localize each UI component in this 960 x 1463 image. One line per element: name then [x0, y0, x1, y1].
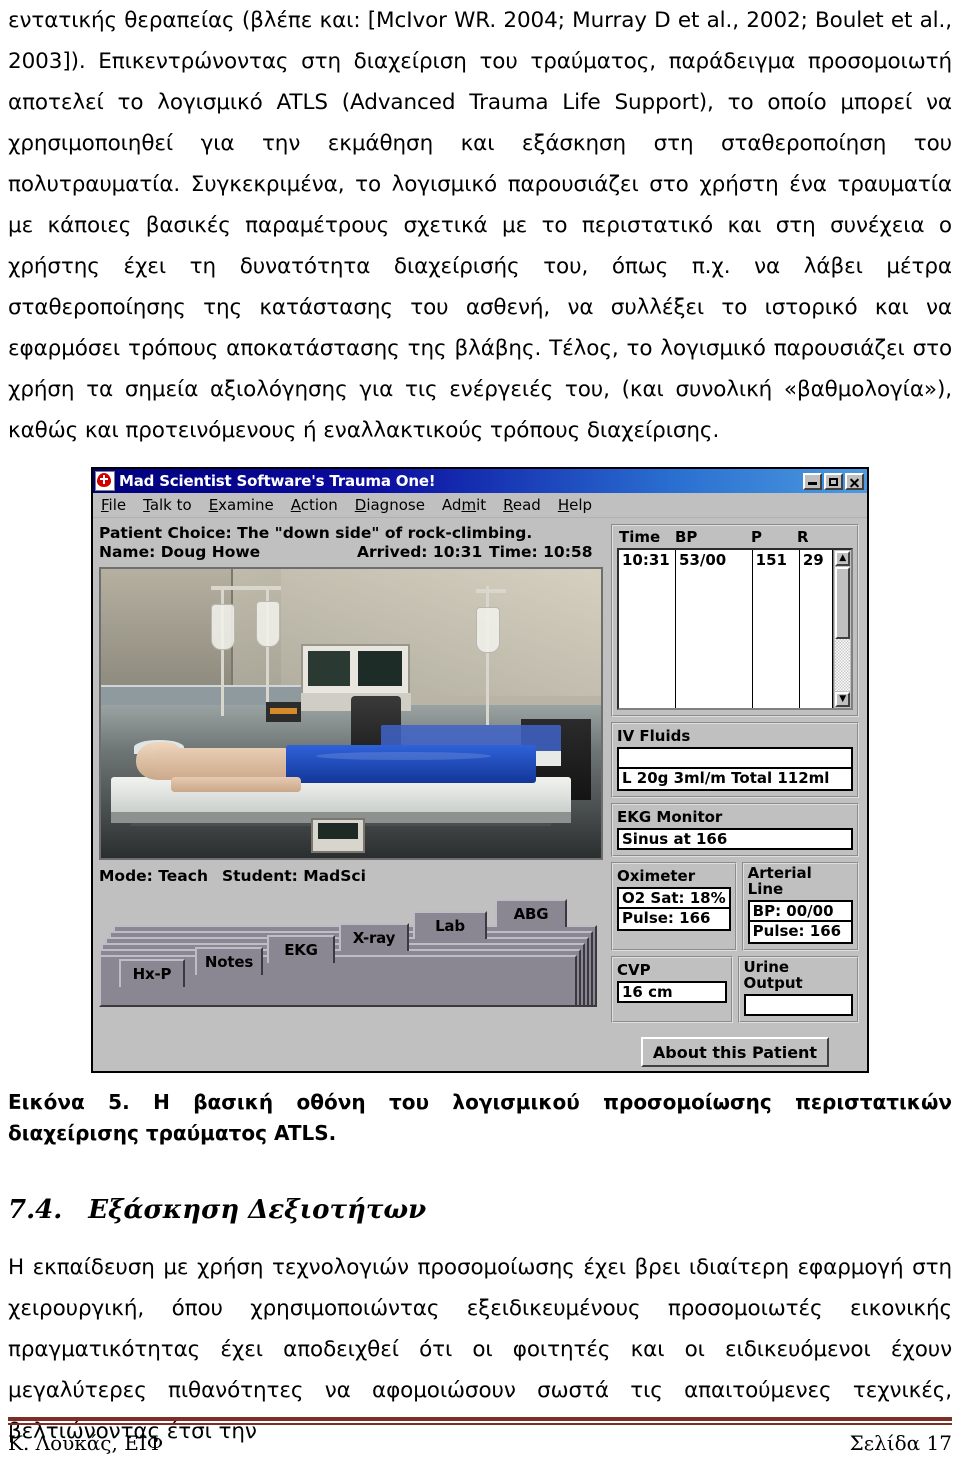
- vitals-table[interactable]: 10:31 53/00 151 29 ▲ ▼: [617, 548, 853, 710]
- menu-item-admit[interactable]: Admit: [442, 496, 486, 514]
- current-time-label: Time: 10:58: [489, 543, 593, 561]
- footer-author: Κ. Λουκάς, ΕΙΦ: [8, 1431, 164, 1455]
- tab-lab[interactable]: Lab: [413, 911, 487, 939]
- oximeter-group: Oximeter O2 Sat: 18% Pulse: 166: [611, 862, 737, 951]
- iv-fluids-group: IV Fluids L 20g 3ml/m Total 112ml: [611, 722, 859, 798]
- section-number: 7.4.: [8, 1195, 63, 1225]
- window-body: Patient Choice: The "down side" of rock-…: [93, 518, 867, 1071]
- document-page: εντατικής θεραπείας (βλέπε και: [McIvor …: [0, 0, 960, 1463]
- right-column: Time BP P R 10:31 53/00 151 29 ▲ ▼ IV Fl…: [611, 524, 859, 1067]
- menu-item-talk-to[interactable]: Talk to: [143, 496, 192, 514]
- vitals-header-bp: BP: [675, 528, 698, 546]
- cvp-value: 16 cm: [617, 981, 727, 1003]
- vitals-cell-r: 29: [800, 550, 834, 708]
- oximeter-arterial-row: Oximeter O2 Sat: 18% Pulse: 166 Arterial…: [611, 862, 859, 956]
- vitals-header-r: R: [797, 528, 809, 546]
- cvp-urine-row: CVP 16 cm Urine Output: [611, 956, 859, 1028]
- oximeter-pulse: Pulse: 166: [617, 909, 731, 931]
- mode-label: Mode: Teach: [99, 867, 208, 885]
- patient-name-label: Name: Doug Howe: [99, 543, 261, 561]
- menu-item-examine[interactable]: Examine: [209, 496, 274, 514]
- urine-output-value: [743, 994, 853, 1016]
- menu-item-action[interactable]: Action: [291, 496, 338, 514]
- ekg-monitor-legend: EKG Monitor: [617, 809, 726, 825]
- iv-fluids-legend: IV Fluids: [617, 728, 694, 744]
- oximeter-legend: Oximeter: [617, 868, 699, 884]
- vitals-header-row: Time BP P R: [617, 528, 853, 546]
- window-title: Mad Scientist Software's Trauma One!: [119, 472, 436, 490]
- tab-xray[interactable]: X-ray: [339, 923, 409, 951]
- trauma-one-application-window: Mad Scientist Software's Trauma One! Fil…: [91, 467, 869, 1073]
- tab-hxp[interactable]: Hx-P: [119, 959, 185, 987]
- urine-output-group: Urine Output: [737, 956, 859, 1023]
- tab-abg[interactable]: ABG: [495, 899, 567, 927]
- oximeter-o2-sat: O2 Sat: 18%: [617, 887, 731, 909]
- iv-fluids-line-1: [617, 747, 853, 769]
- menu-bar: File Talk to Examine Action Diagnose Adm…: [93, 493, 867, 518]
- heart-cross-icon: [95, 471, 115, 491]
- menu-item-diagnose[interactable]: Diagnose: [355, 496, 425, 514]
- chart-tab-group: ABG Lab X-ray EKG Notes Hx-P: [99, 897, 603, 1009]
- scrollbar-thumb[interactable]: [835, 567, 851, 639]
- window-controls: [803, 472, 865, 490]
- body-paragraph-1: εντατικής θεραπείας (βλέπε και: [McIvor …: [8, 8, 952, 443]
- urine-output-legend: Urine Output: [743, 959, 853, 991]
- trauma-bay-patient-photo: [99, 567, 603, 860]
- about-this-patient-button[interactable]: About this Patient: [641, 1037, 829, 1067]
- vitals-header-time: Time: [619, 528, 661, 546]
- patient-choice-label: Patient Choice: The "down side" of rock-…: [99, 524, 533, 542]
- arterial-line-group: Arterial Line BP: 00/00 Pulse: 166: [741, 862, 859, 951]
- left-column: Patient Choice: The "down side" of rock-…: [99, 524, 603, 1067]
- scrollbar-track[interactable]: [835, 567, 851, 691]
- triangle-down-icon[interactable]: ▼: [835, 692, 851, 707]
- vitals-scrollbar[interactable]: ▲ ▼: [833, 550, 851, 708]
- minimize-button[interactable]: [803, 472, 822, 490]
- vitals-header-p: P: [751, 528, 762, 546]
- vitals-group: Time BP P R 10:31 53/00 151 29 ▲ ▼: [611, 524, 859, 717]
- arterial-line-legend: Arterial Line: [747, 865, 853, 897]
- footer-page-number: Σελίδα 17: [849, 1431, 952, 1455]
- arterial-line-bp: BP: 00/00: [747, 900, 853, 922]
- vitals-cell-p: 151: [753, 550, 800, 708]
- menu-item-file[interactable]: File: [101, 496, 126, 514]
- vitals-cell-bp: 53/00: [676, 550, 753, 708]
- close-button[interactable]: [845, 472, 864, 490]
- figure-5: Mad Scientist Software's Trauma One! Fil…: [8, 467, 952, 1073]
- student-label: Student: MadSci: [221, 867, 366, 885]
- iv-fluids-line-2: L 20g 3ml/m Total 112ml: [617, 769, 853, 791]
- triangle-up-icon[interactable]: ▲: [835, 551, 851, 566]
- menu-item-help[interactable]: Help: [558, 496, 592, 514]
- footer-rule: [8, 1417, 952, 1425]
- ekg-monitor-group: EKG Monitor Sinus at 166: [611, 803, 859, 857]
- menu-item-read[interactable]: Read: [503, 496, 541, 514]
- arrived-time-label: Arrived: 10:31: [357, 543, 483, 561]
- mode-student-row: Mode: Teach Student: MadSci: [99, 867, 603, 885]
- section-heading: 7.4. Εξάσκηση Δεξιοτήτων: [8, 1195, 952, 1225]
- patient-info-row: Name: Doug Howe Arrived: 10:31 Time: 10:…: [99, 543, 603, 562]
- ekg-monitor-value: Sinus at 166: [617, 828, 853, 850]
- tab-ekg[interactable]: EKG: [267, 935, 335, 963]
- cvp-group: CVP 16 cm: [611, 956, 733, 1023]
- cvp-legend: CVP: [617, 962, 654, 978]
- section-title: Εξάσκηση Δεξιοτήτων: [88, 1195, 427, 1225]
- maximize-button[interactable]: [824, 472, 843, 490]
- tab-notes[interactable]: Notes: [195, 947, 263, 975]
- arterial-line-pulse: Pulse: 166: [747, 922, 853, 944]
- page-footer: Κ. Λουκάς, ΕΙΦ Σελίδα 17: [8, 1417, 952, 1455]
- vitals-cell-time: 10:31: [619, 550, 677, 708]
- figure-caption: Εικόνα 5. Η βασική οθόνη του λογισμικού …: [8, 1090, 952, 1145]
- window-titlebar[interactable]: Mad Scientist Software's Trauma One!: [93, 469, 867, 493]
